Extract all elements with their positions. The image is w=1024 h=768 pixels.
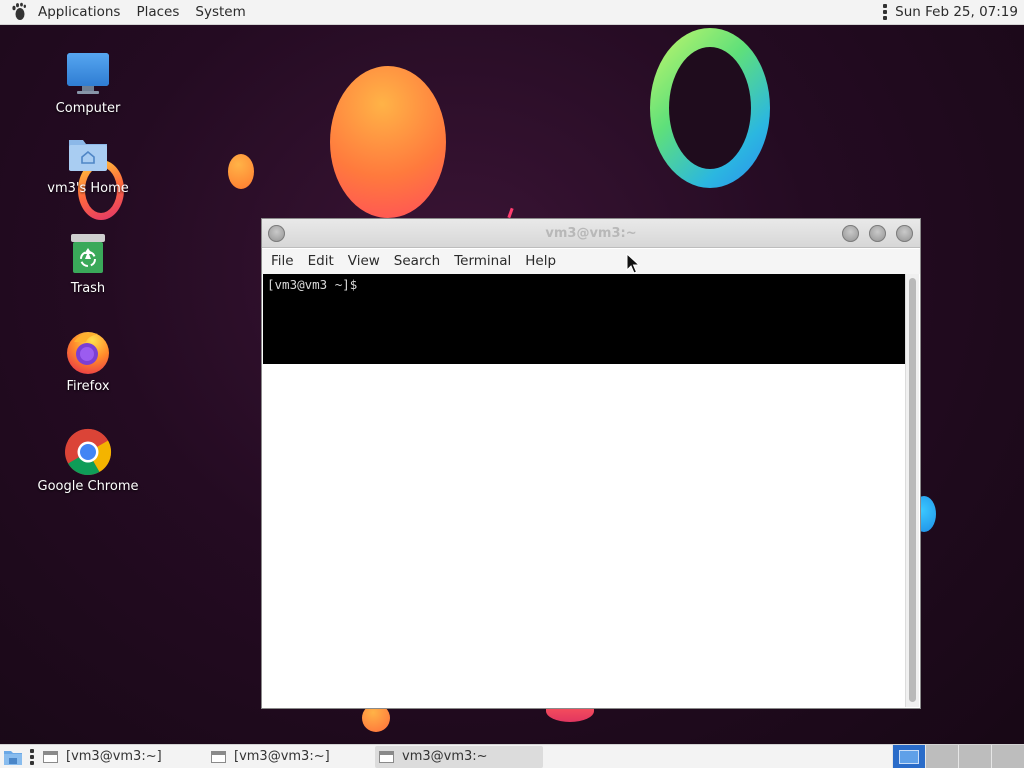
show-desktop-icon[interactable] <box>2 746 24 768</box>
desktop-icon-label: Computer <box>55 101 121 116</box>
menu-search[interactable]: Search <box>387 249 447 274</box>
desktop-icon-label: Trash <box>70 281 106 296</box>
scrollbar-thumb[interactable] <box>909 278 916 702</box>
workspace-4[interactable] <box>991 744 1024 768</box>
shell-prompt: [vm3@vm3 ~]$ <box>267 277 358 292</box>
wallpaper-bubble <box>228 154 254 189</box>
desktop-icon-label: vm3's Home <box>47 181 129 196</box>
terminal-window-icon <box>43 750 58 763</box>
workspace-3[interactable] <box>958 744 991 768</box>
desktop-icon-firefox[interactable]: Firefox <box>28 328 148 394</box>
terminal-output[interactable]: [vm3@vm3 ~]$ <box>263 274 905 364</box>
wallpaper-bubble <box>362 704 390 732</box>
menu-terminal[interactable]: Terminal <box>447 249 518 274</box>
terminal-scrollbar[interactable] <box>905 274 919 707</box>
terminal-window: vm3@vm3:~ File Edit View Search Terminal… <box>262 219 920 708</box>
menu-help[interactable]: Help <box>518 249 563 274</box>
bottom-panel: [vm3@vm3:~] [vm3@vm3:~] vm3@vm3:~ <box>0 744 1024 768</box>
panel-handle-icon[interactable] <box>30 748 34 765</box>
menu-places[interactable]: Places <box>128 0 187 25</box>
workspace-1[interactable] <box>892 744 925 768</box>
menu-file[interactable]: File <box>264 249 301 274</box>
menu-applications[interactable]: Applications <box>30 0 128 25</box>
workspace-switcher <box>892 744 1024 768</box>
taskbar-button-label: vm3@vm3:~ <box>402 749 488 764</box>
taskbar-button-label: [vm3@vm3:~] <box>66 749 162 764</box>
computer-icon <box>64 50 112 98</box>
workspace-2[interactable] <box>925 744 958 768</box>
wallpaper-ring <box>650 28 770 188</box>
wallpaper-spark <box>507 207 514 219</box>
maximize-button[interactable] <box>869 225 886 242</box>
chrome-icon <box>64 428 112 476</box>
gnome-foot-icon[interactable] <box>8 1 30 23</box>
firefox-icon <box>64 328 112 376</box>
menu-view[interactable]: View <box>341 249 387 274</box>
terminal-menubar: File Edit View Search Terminal Help <box>262 249 920 274</box>
window-titlebar[interactable]: vm3@vm3:~ <box>262 219 920 248</box>
terminal-window-icon <box>379 750 394 763</box>
taskbar-button-label: [vm3@vm3:~] <box>234 749 330 764</box>
desktop-icon-label: Firefox <box>66 379 110 394</box>
mouse-pointer-icon <box>626 253 640 274</box>
panel-handle-icon[interactable] <box>883 4 888 20</box>
taskbar-button[interactable]: [vm3@vm3:~] <box>39 746 207 768</box>
terminal-text-area[interactable]: [vm3@vm3 ~]$ <box>263 274 905 707</box>
menu-edit[interactable]: Edit <box>301 249 341 274</box>
clock[interactable]: Sun Feb 25, 07:19 <box>895 4 1018 20</box>
taskbar-button[interactable]: [vm3@vm3:~] <box>207 746 375 768</box>
desktop-icon-label: Google Chrome <box>37 479 139 494</box>
top-panel: Applications Places System Sun Feb 25, 0… <box>0 0 1024 25</box>
close-button[interactable] <box>896 225 913 242</box>
home-folder-icon <box>64 130 112 178</box>
desktop-icon-computer[interactable]: Computer <box>28 50 148 116</box>
window-title: vm3@vm3:~ <box>545 226 637 241</box>
desktop-icon-home[interactable]: vm3's Home <box>28 130 148 196</box>
menu-system[interactable]: System <box>187 0 253 25</box>
terminal-window-icon <box>211 750 226 763</box>
wallpaper-bubble <box>330 66 446 218</box>
taskbar-button-active[interactable]: vm3@vm3:~ <box>375 745 543 768</box>
minimize-button[interactable] <box>842 225 859 242</box>
desktop-icon-chrome[interactable]: Google Chrome <box>28 428 148 494</box>
desktop-icon-trash[interactable]: Trash <box>28 230 148 296</box>
trash-icon <box>64 230 112 278</box>
